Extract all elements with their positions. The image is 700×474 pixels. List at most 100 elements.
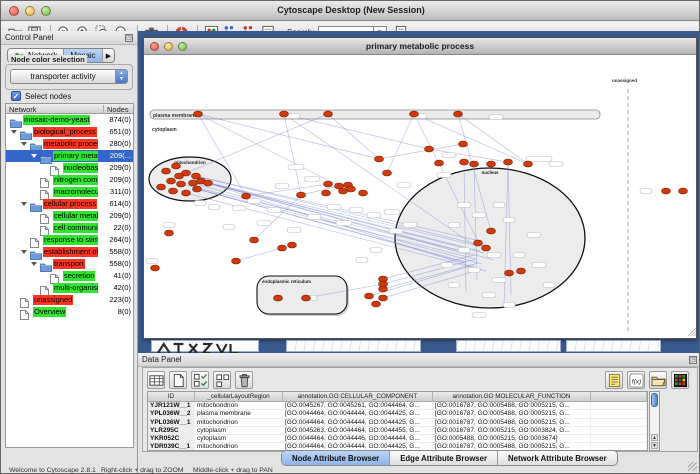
float-data-panel-icon[interactable]: ◳ [689, 356, 697, 364]
network-node[interactable] [347, 186, 356, 192]
tree-expander-icon[interactable] [21, 250, 27, 254]
table-row-YJR121W__1[interactable]: YJR121W__1mitochondrion[GO:0045267, GO:0… [148, 402, 647, 410]
tree-row-secretion[interactable]: secretion41(0) [6, 270, 133, 282]
tree-row-overview[interactable]: Overview8(0) [6, 306, 133, 318]
table-row-YPL036W__1[interactable]: YPL036W__1mitochondrion[GO:0044464, GO:0… [148, 419, 647, 427]
import-attributes-icon[interactable] [649, 371, 667, 389]
select-nodes-checkbox[interactable]: ✓ [11, 91, 21, 101]
network-node[interactable] [242, 193, 251, 199]
tree-row-nucleobase-co[interactable]: nucleobase-co209(0) [6, 162, 133, 174]
network-node[interactable] [470, 161, 479, 167]
table-row-YLR295C[interactable]: YLR295Ccytoplasm[GO:0045263, GO:0044464,… [148, 427, 647, 435]
network-node[interactable] [365, 293, 374, 299]
network-node[interactable] [487, 161, 496, 167]
tree-row-primary-metabol[interactable]: primary metabol209(... [6, 150, 133, 162]
background-window-4[interactable] [566, 340, 661, 352]
tree-expander-icon[interactable] [31, 262, 37, 266]
network-node[interactable] [454, 111, 463, 117]
tree-expander-icon[interactable] [21, 142, 27, 146]
tab-edge-attribute-browser[interactable]: Edge Attribute Browser [390, 451, 498, 465]
network-node[interactable] [194, 111, 203, 117]
network-node[interactable] [487, 228, 496, 234]
network-node[interactable] [324, 181, 333, 187]
network-node[interactable] [339, 188, 348, 194]
network-node[interactable] [482, 245, 491, 251]
tree-column-nodes[interactable]: Nodes [103, 105, 129, 114]
network-node[interactable] [474, 240, 483, 246]
tree-row-unassigned[interactable]: unassigned223(0) [6, 294, 133, 306]
tree-expander-icon[interactable] [31, 154, 37, 158]
network-node[interactable] [232, 258, 241, 264]
network-node[interactable] [662, 188, 671, 194]
scroll-down-icon[interactable]: ▼ [651, 442, 658, 449]
network-node[interactable] [189, 180, 198, 186]
network-node[interactable] [274, 295, 283, 301]
network-node[interactable] [359, 190, 368, 196]
network-node[interactable] [410, 111, 419, 117]
network-node[interactable] [175, 173, 184, 179]
network-node[interactable] [278, 245, 287, 251]
attribute-batch-icon[interactable] [605, 371, 623, 389]
background-window-2[interactable] [286, 340, 421, 352]
tree-expander-icon[interactable] [11, 130, 17, 134]
tree-row-response-to-stimulu[interactable]: response to stimulu264(0) [6, 234, 133, 246]
network-node[interactable] [193, 186, 202, 192]
network-node[interactable] [172, 163, 181, 169]
window-resize-grip[interactable] [688, 462, 697, 471]
network-node[interactable] [372, 301, 381, 307]
table-row-YPL036W__2[interactable]: YPL036W__2plasma membrane[GO:0044464, GO… [148, 410, 647, 418]
network-node[interactable] [679, 188, 688, 194]
network-node[interactable] [322, 190, 331, 196]
network-node[interactable] [505, 270, 514, 276]
network-node[interactable] [379, 295, 388, 301]
tree-row-transport[interactable]: transport558(0) [6, 258, 133, 270]
network-node[interactable] [524, 161, 533, 167]
tree-row-nitrogen-compo[interactable]: nitrogen compo209(0) [6, 174, 133, 186]
select-attributes-icon[interactable] [191, 371, 209, 389]
tree-row-multi-organism-pro[interactable]: multi-organism pro42(0) [6, 282, 133, 294]
matrix-heatmap-icon[interactable] [671, 371, 689, 389]
tree-row-mosaic-demo-yeast[interactable]: mosaic-demo-yeast874(0) [6, 114, 133, 126]
network-node[interactable] [460, 159, 469, 165]
scrollbar-thumb[interactable] [651, 393, 658, 407]
function-builder-icon[interactable]: f(x) [627, 371, 645, 389]
network-node[interactable] [182, 190, 191, 196]
tabs-overflow-arrow[interactable]: ▶ [103, 49, 114, 62]
network-node[interactable] [288, 242, 297, 248]
attribute-table-icon[interactable] [147, 371, 165, 389]
tree-expander-icon[interactable] [21, 202, 27, 206]
canvas-resize-grip[interactable] [688, 328, 696, 336]
tree-column-network[interactable]: Network [9, 105, 37, 114]
tree-row-metabolic-process[interactable]: metabolic process280(0) [6, 138, 133, 150]
column-header-spacer[interactable] [591, 392, 647, 401]
background-window-1[interactable] [151, 340, 259, 352]
network-node[interactable] [169, 188, 178, 194]
column-header-_cellularLayoutRegion[interactable]: _cellularLayoutRegion [195, 392, 283, 401]
network-node[interactable] [302, 295, 311, 301]
network-node[interactable] [435, 160, 444, 166]
table-scrollbar[interactable]: ▲ ▼ [649, 391, 660, 451]
network-node[interactable] [162, 168, 171, 174]
tree-row-cellular-metabo[interactable]: cellular metabo209(0) [6, 210, 133, 222]
network-node[interactable] [157, 184, 166, 190]
delete-attribute-icon[interactable] [235, 371, 253, 389]
network-node[interactable] [204, 180, 213, 186]
background-window-3[interactable] [456, 340, 561, 352]
tree-row-macromolecule[interactable]: macromolecule311(0) [6, 186, 133, 198]
tree-row-biological-process[interactable]: biological_process651(0) [6, 126, 133, 138]
network-node[interactable] [167, 178, 176, 184]
scroll-up-icon[interactable]: ▲ [651, 434, 658, 441]
network-node[interactable] [459, 141, 468, 147]
network-node[interactable] [517, 268, 526, 274]
tab-network-attribute-browser[interactable]: Network Attribute Browser [498, 451, 617, 465]
tree-row-establishment-of-lo[interactable]: establishment of lo558(0) [6, 246, 133, 258]
create-attribute-icon[interactable] [213, 371, 231, 389]
new-attribute-icon[interactable] [169, 371, 187, 389]
network-node[interactable] [324, 111, 333, 117]
network-node[interactable] [151, 265, 160, 271]
float-panel-icon[interactable]: ◳ [125, 34, 133, 42]
network-node[interactable] [379, 286, 388, 292]
table-row-YKR052C[interactable]: YKR052Ccytoplasm[GO:0044464, GO:0044446,… [148, 435, 647, 443]
network-node[interactable] [177, 181, 186, 187]
network-node[interactable] [504, 159, 513, 165]
